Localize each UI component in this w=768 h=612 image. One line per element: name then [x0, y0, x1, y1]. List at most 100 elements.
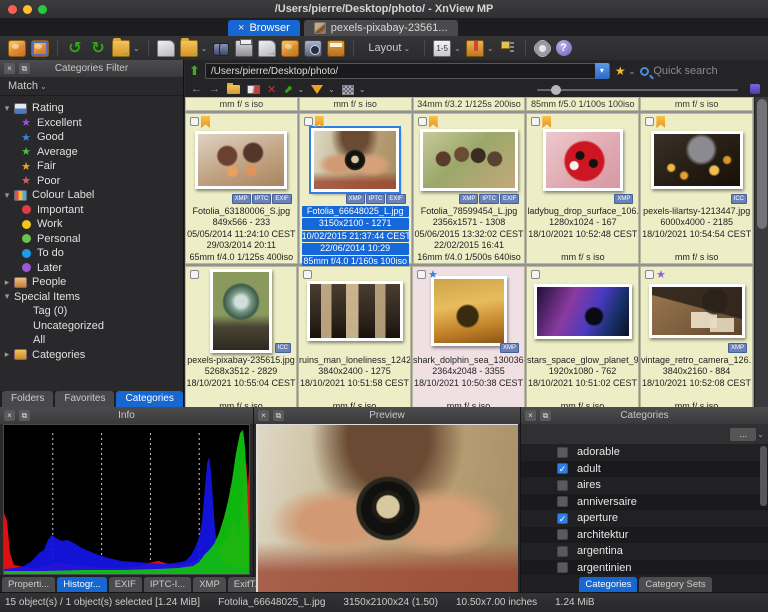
select-checkbox[interactable] [645, 117, 654, 126]
thumbnail-cell[interactable]: ★ XMP vintage_retro_camera_126... 3840x2… [640, 266, 753, 407]
filter-dropdown-icon[interactable]: ⌄ [328, 85, 335, 94]
close-panel-icon[interactable]: × [4, 63, 15, 74]
help-icon[interactable]: ? [556, 40, 572, 56]
tree-item-important[interactable]: Important [0, 203, 183, 218]
filter-funnel-icon[interactable] [311, 85, 323, 94]
tab-image[interactable]: pexels-pixabay-23561... [304, 20, 458, 36]
path-dropdown-icon[interactable]: ▾ [595, 63, 609, 79]
category-item[interactable]: architektur [521, 527, 768, 544]
tab-properties[interactable]: Properti... [2, 577, 55, 592]
settings-gear-icon[interactable] [534, 40, 551, 57]
open-with-icon[interactable] [180, 40, 198, 57]
rotate-right-icon[interactable]: ↻ [89, 40, 107, 57]
category-item[interactable]: ✓adult [521, 461, 768, 478]
filter-chevron-icon[interactable]: ⌄ [757, 430, 764, 439]
close-panel-icon[interactable]: × [258, 410, 269, 421]
select-checkbox[interactable] [645, 270, 654, 279]
move-copy-dropdown-icon[interactable]: ⌄ [133, 44, 140, 53]
favorites-star-icon[interactable]: ★ [615, 64, 626, 78]
category-item[interactable]: anniversaire [521, 494, 768, 511]
detach-panel-icon[interactable]: ⧉ [273, 410, 284, 421]
tab-histogram[interactable]: Histogr... [57, 577, 107, 592]
tree-item-rating[interactable]: ▾Rating [0, 101, 183, 116]
match-dropdown[interactable]: Match⌄ [8, 80, 47, 92]
quick-search-input[interactable]: Quick search [640, 65, 764, 77]
chevron-down-icon[interactable]: ▾ [0, 291, 14, 302]
rotate-left-icon[interactable]: ↺ [66, 40, 84, 57]
more-options-button[interactable]: ... [730, 428, 756, 441]
detach-panel-icon[interactable]: ⧉ [19, 410, 30, 421]
category-checkbox[interactable] [557, 496, 568, 507]
category-checkbox[interactable] [557, 480, 568, 491]
favorites-dropdown-icon[interactable]: ⌄ [629, 67, 636, 76]
chevron-down-icon[interactable]: ▾ [0, 190, 14, 201]
tree-item-special-items[interactable]: ▾Special Items [0, 290, 183, 305]
category-checkbox-checked[interactable]: ✓ [557, 463, 568, 474]
category-item[interactable]: argentina [521, 543, 768, 560]
tree-item-poor[interactable]: ★Poor [0, 174, 183, 189]
delete-icon[interactable]: ✕ [267, 83, 276, 96]
tab-categories[interactable]: Categories [579, 577, 637, 592]
tree-item-fair[interactable]: ★Fair [0, 159, 183, 174]
tree-item-work[interactable]: Work [0, 217, 183, 232]
select-checkbox[interactable] [417, 270, 426, 279]
grid-vertical-scrollbar[interactable] [754, 97, 768, 407]
sort-icon[interactable] [499, 40, 517, 57]
batch-convert-icon[interactable] [281, 40, 299, 57]
category-item[interactable]: adorable [521, 444, 768, 461]
capture-icon[interactable] [304, 40, 322, 57]
detach-panel-icon[interactable]: ⧉ [540, 410, 551, 421]
move-copy-icon[interactable] [112, 40, 130, 57]
new-folder-icon[interactable] [227, 85, 240, 94]
tree-item-to-do[interactable]: To do [0, 246, 183, 261]
chevron-right-icon[interactable]: ▸ [0, 349, 14, 360]
close-panel-icon[interactable]: × [525, 410, 536, 421]
view-mode-grid-icon[interactable] [342, 85, 354, 95]
tree-item-colour-label[interactable]: ▾Colour Label [0, 188, 183, 203]
open-with-dropdown-icon[interactable]: ⌄ [201, 44, 208, 53]
thumbnail-cell[interactable]: XMPIPTCEXIF Fotolia_78599454_L.jpg 2356x… [413, 113, 526, 264]
thumbnail-cell[interactable]: ruins_man_loneliness_1242... 3840x2400 -… [298, 266, 411, 407]
select-checkbox[interactable] [418, 117, 427, 126]
search-icon[interactable] [212, 40, 230, 57]
scrollbar-thumb[interactable] [757, 99, 767, 229]
zoom-slider[interactable] [537, 89, 738, 91]
thumbnail-size-icon[interactable]: 1-5 [433, 40, 451, 57]
thumbnail-cell[interactable]: ICC pexels-pixabay-235615.jpg 5268x3512 … [185, 266, 297, 407]
thumbnail-cell-selected[interactable]: XMPIPTCEXIF Fotolia_66648025_L.jpg 3150x… [299, 113, 412, 264]
category-item[interactable]: argentinien [521, 560, 768, 576]
tree-item-personal[interactable]: Personal [0, 232, 183, 247]
tab-folders[interactable]: Folders [2, 391, 53, 407]
tree-item-excellent[interactable]: ★Excellent [0, 116, 183, 131]
sort-order-icon[interactable]: ⬈ [283, 83, 292, 96]
thumbnail-cell[interactable]: XMPIPTCEXIF Fotolia_63180006_S.jpg 849x5… [185, 113, 298, 264]
tree-item-average[interactable]: ★Average [0, 145, 183, 160]
category-filter-row[interactable]: ... ⌄ [521, 424, 768, 444]
thumbnail-cell[interactable]: stars_space_glow_planet_9... 1920x1080 -… [526, 266, 639, 407]
tree-item-people[interactable]: ▸People [0, 275, 183, 290]
select-checkbox[interactable] [531, 117, 540, 126]
view-mode-dropdown-icon[interactable]: ⌄ [359, 85, 366, 94]
category-checkbox[interactable] [557, 529, 568, 540]
up-folder-icon[interactable]: ⬆ [189, 63, 200, 79]
fullscreen-view-icon[interactable] [31, 40, 49, 57]
sort-dropdown-icon[interactable]: ⌄ [297, 85, 304, 94]
tab-category-sets[interactable]: Category Sets [639, 577, 711, 592]
properties-icon[interactable] [157, 40, 175, 57]
categories-view-icon[interactable] [466, 40, 484, 57]
chevron-down-icon[interactable]: ▾ [0, 103, 14, 114]
panel-toggle-icon[interactable] [750, 84, 760, 94]
category-item[interactable]: ✓aperture [521, 510, 768, 527]
browser-mode-icon[interactable] [8, 40, 26, 57]
select-checkbox[interactable] [303, 270, 312, 279]
category-checkbox-checked[interactable]: ✓ [557, 513, 568, 524]
tab-browser[interactable]: × Browser [228, 20, 300, 36]
category-checkbox[interactable] [557, 447, 568, 458]
tree-item-good[interactable]: ★Good [0, 130, 183, 145]
tree-item-tag[interactable]: Tag (0) [0, 304, 183, 319]
detach-panel-icon[interactable]: ⧉ [19, 63, 30, 74]
tree-item-uncategorized[interactable]: Uncategorized [0, 319, 183, 334]
close-tab-icon[interactable]: × [238, 22, 244, 34]
back-icon[interactable]: ← [191, 83, 202, 96]
select-checkbox[interactable] [531, 270, 540, 279]
